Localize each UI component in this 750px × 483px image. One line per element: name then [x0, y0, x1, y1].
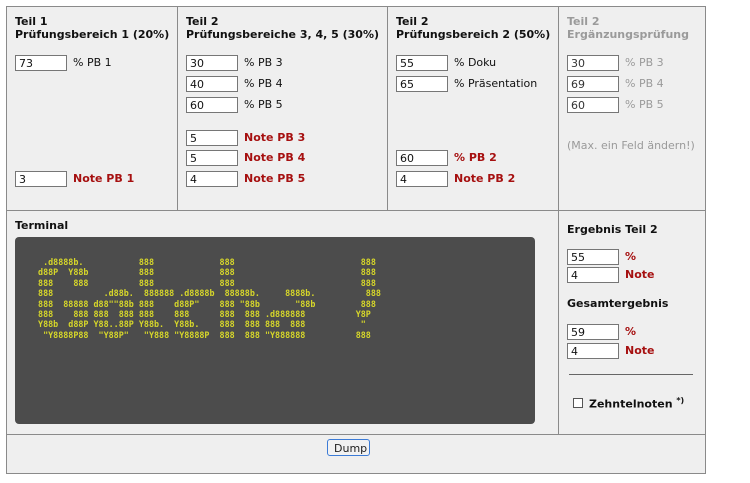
column-subtitle: Ergänzungsprüfung — [567, 28, 690, 41]
teil2-result-note[interactable] — [567, 267, 619, 283]
pb2-note-input[interactable] — [396, 171, 448, 187]
pb4-note-input[interactable] — [186, 150, 238, 166]
column-title: Teil 2 — [396, 15, 429, 28]
gesamt-result-percent-label: % — [625, 325, 637, 338]
pb1-note-label: Note PB 1 — [73, 172, 135, 185]
terminal-panel: Terminal .d8888b. 888 888 888 d88P Y88b … — [7, 211, 559, 435]
pb2-note-label: Note PB 2 — [454, 172, 516, 185]
praesentation-percent-input[interactable] — [396, 76, 448, 92]
column-teil2-pb2: Teil 2 Prüfungsbereich 2 (50%) % Doku % … — [388, 7, 559, 211]
column-subtitle: Prüfungsbereich 1 (20%) — [15, 28, 170, 41]
erg-pb3-percent-label: % PB 3 — [625, 56, 664, 69]
teil2-result-percent[interactable] — [567, 249, 619, 265]
zehntelnoten-label[interactable]: Zehntelnoten *) — [589, 396, 684, 411]
teil2-result-percent-label: % — [625, 250, 637, 263]
erg-pb5-percent-input[interactable] — [567, 97, 619, 113]
column-title: Teil 2 — [186, 15, 219, 28]
pb1-note-input[interactable] — [15, 171, 67, 187]
erg-hint-text: (Max. ein Feld ändern!) — [567, 139, 695, 152]
result-divider — [569, 374, 693, 375]
erg-pb3-percent-input[interactable] — [567, 55, 619, 71]
pb5-percent-label: % PB 5 — [244, 98, 283, 111]
zehntelnoten-text: Zehntelnoten — [589, 397, 673, 411]
calculator-frame: Teil 1 Prüfungsbereich 1 (20%) % PB 1 No… — [6, 6, 706, 474]
pb5-percent-input[interactable] — [186, 97, 238, 113]
column-ergaenzung: Teil 2 Ergänzungsprüfung % PB 3 % PB 4 %… — [559, 7, 705, 211]
column-subtitle: Prüfungsbereich 2 (50%) — [396, 28, 551, 41]
doku-percent-input[interactable] — [396, 55, 448, 71]
column-teil2-pb2-header: Teil 2 Prüfungsbereich 2 (50%) — [396, 15, 550, 41]
teil2-result-note-label: Note — [625, 268, 655, 281]
pb4-note-label: Note PB 4 — [244, 151, 306, 164]
gesamt-result-note-label: Note — [625, 344, 655, 357]
erg-pb5-percent-label: % PB 5 — [625, 98, 664, 111]
dump-button[interactable]: Dump — [327, 439, 370, 456]
column-ergaenzung-header: Teil 2 Ergänzungsprüfung — [567, 15, 689, 41]
pb4-percent-label: % PB 4 — [244, 77, 283, 90]
doku-percent-label: % Doku — [454, 56, 497, 69]
column-title: Teil 2 — [567, 15, 600, 28]
gesamt-result-note[interactable] — [567, 343, 619, 359]
teil2-result-title: Ergebnis Teil 2 — [567, 223, 658, 236]
gesamt-result-percent[interactable] — [567, 324, 619, 340]
column-title: Teil 1 — [15, 15, 48, 28]
pb5-note-input[interactable] — [186, 171, 238, 187]
terminal-screen: .d8888b. 888 888 888 d88P Y88b 888 888 8… — [15, 237, 535, 424]
pb4-percent-input[interactable] — [186, 76, 238, 92]
pb5-note-label: Note PB 5 — [244, 172, 306, 185]
column-teil2-pb345-header: Teil 2 Prüfungsbereiche 3, 4, 5 (30%) — [186, 15, 379, 41]
pb2-percent-label: % PB 2 — [454, 151, 497, 164]
erg-pb4-percent-input[interactable] — [567, 76, 619, 92]
pb1-percent-input[interactable] — [15, 55, 67, 71]
pb2-percent-input[interactable] — [396, 150, 448, 166]
pb1-percent-label: % PB 1 — [73, 56, 112, 69]
praesentation-percent-label: % Präsentation — [454, 77, 538, 90]
zehntelnoten-checkbox[interactable] — [573, 398, 583, 408]
pb3-percent-label: % PB 3 — [244, 56, 283, 69]
terminal-title: Terminal — [15, 219, 69, 232]
zehntelnoten-footnote-mark: *) — [676, 396, 685, 405]
column-subtitle: Prüfungsbereiche 3, 4, 5 (30%) — [186, 28, 380, 41]
pb3-note-input[interactable] — [186, 130, 238, 146]
column-teil2-pb345: Teil 2 Prüfungsbereiche 3, 4, 5 (30%) % … — [178, 7, 388, 211]
column-teil1-header: Teil 1 Prüfungsbereich 1 (20%) — [15, 15, 169, 41]
column-teil1: Teil 1 Prüfungsbereich 1 (20%) % PB 1 No… — [7, 7, 178, 211]
erg-pb4-percent-label: % PB 4 — [625, 77, 664, 90]
pb3-note-label: Note PB 3 — [244, 131, 306, 144]
pb3-percent-input[interactable] — [186, 55, 238, 71]
gesamt-result-title: Gesamtergebnis — [567, 297, 669, 310]
result-panel: Ergebnis Teil 2 % Note Gesamtergebnis % … — [559, 211, 705, 435]
terminal-output: .d8888b. 888 888 888 d88P Y88b 888 888 8… — [38, 257, 381, 340]
